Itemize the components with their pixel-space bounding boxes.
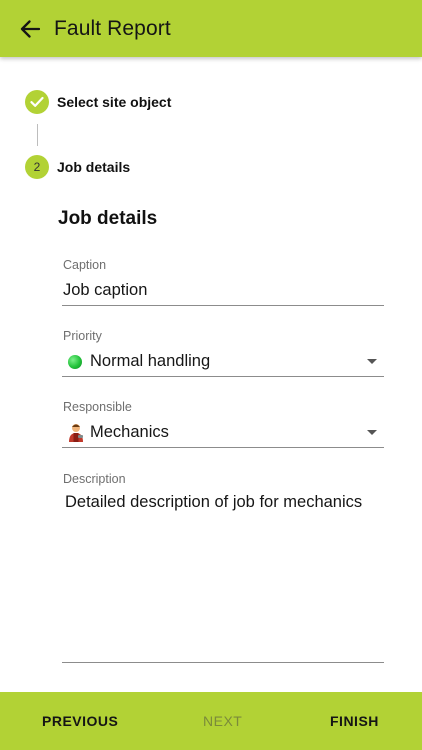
responsible-select[interactable]: Mechanics <box>62 418 384 448</box>
app-bar: Fault Report <box>0 0 422 57</box>
priority-value: Normal handling <box>90 352 211 370</box>
description-value: Detailed description of job for mechanic… <box>65 493 363 511</box>
step-completed-indicator <box>25 90 49 114</box>
next-button[interactable]: NEXT <box>203 692 242 750</box>
priority-label: Priority <box>63 329 102 343</box>
section-title: Job details <box>58 208 158 229</box>
responsible-label: Responsible <box>63 400 132 414</box>
caption-label: Caption <box>63 258 107 272</box>
description-textarea[interactable]: Detailed description of job for mechanic… <box>62 488 384 663</box>
check-icon <box>30 96 44 107</box>
step-number-indicator: 2 <box>25 155 49 179</box>
chevron-down-icon <box>367 429 377 435</box>
page-title: Fault Report <box>54 16 171 40</box>
mechanic-person-icon <box>67 423 85 443</box>
step-connector <box>37 124 38 146</box>
back-button[interactable] <box>15 14 45 44</box>
step-label-select-site-object[interactable]: Select site object <box>57 94 171 110</box>
step-label-job-details[interactable]: Job details <box>57 159 130 175</box>
fault-report-screen: Fault Report Select site object 2 Job de… <box>0 0 422 750</box>
green-status-dot-icon <box>68 354 82 369</box>
finish-button[interactable]: FINISH <box>330 692 379 750</box>
responsible-value: Mechanics <box>90 423 169 441</box>
priority-select[interactable]: Normal handling <box>62 347 384 377</box>
arrow-left-icon <box>20 19 40 38</box>
bottom-navigation-bar: PREVIOUS NEXT FINISH <box>0 692 422 750</box>
caption-field[interactable]: Job caption <box>62 276 384 306</box>
chevron-down-icon <box>367 358 377 364</box>
caption-value: Job caption <box>63 281 148 299</box>
description-label: Description <box>63 472 126 486</box>
previous-button[interactable]: PREVIOUS <box>42 692 118 750</box>
